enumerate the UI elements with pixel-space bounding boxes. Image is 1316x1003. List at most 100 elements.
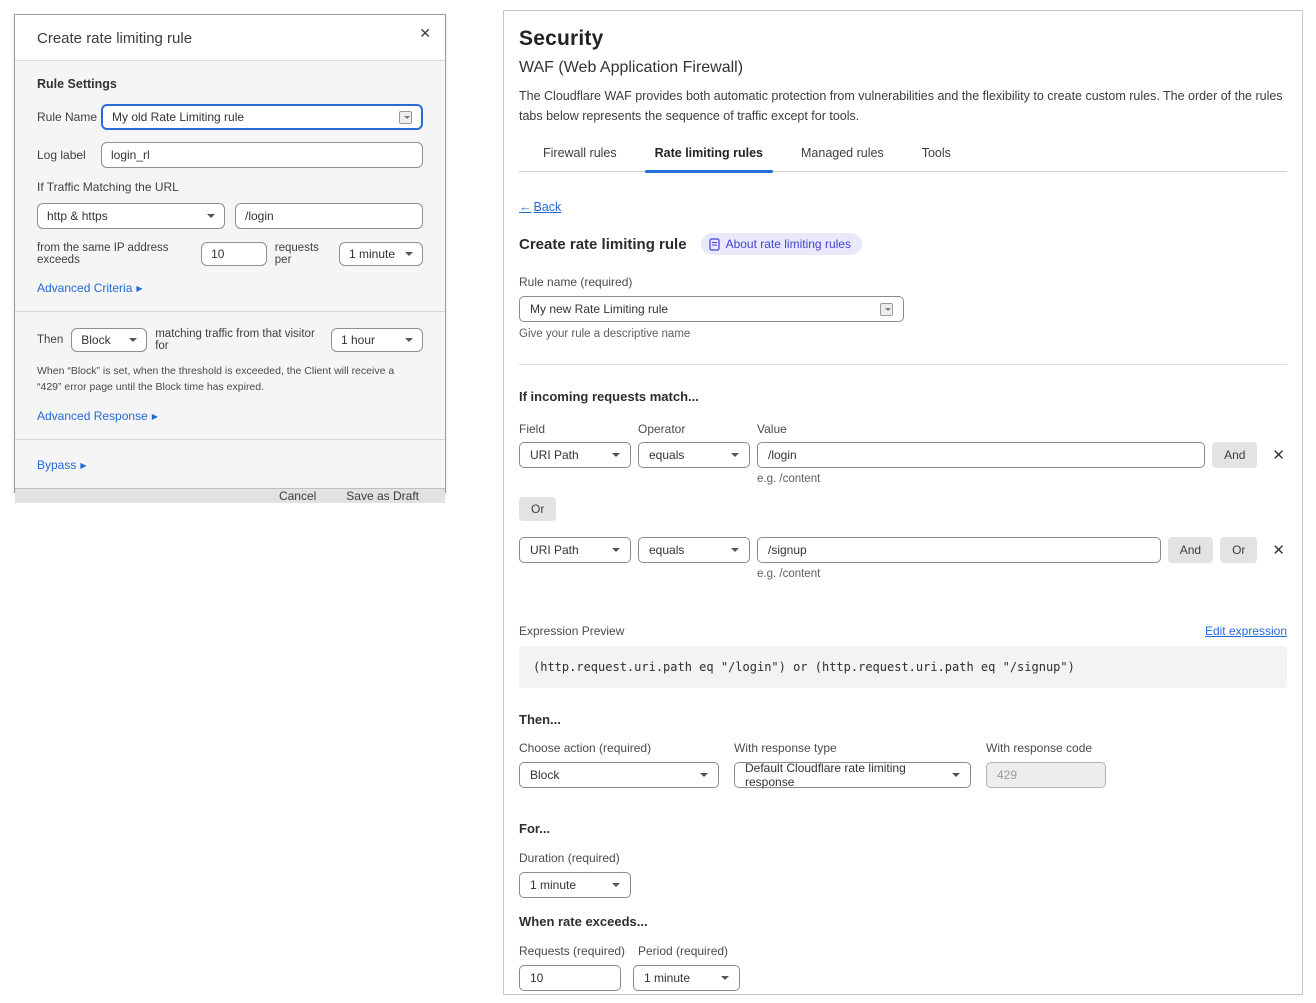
action-select[interactable]: Block <box>519 762 719 788</box>
rate-period-select[interactable]: 1 minute <box>633 965 740 991</box>
rule-name-input[interactable]: My new Rate Limiting rule <box>519 296 904 322</box>
about-label: About rate limiting rules <box>726 237 851 251</box>
period-select[interactable]: 1 minute <box>339 242 423 266</box>
bypass-section: Bypass ▶ <box>15 439 445 488</box>
advanced-response-label: Advanced Response <box>37 409 148 423</box>
response-type-select[interactable]: Default Cloudflare rate limiting respons… <box>734 762 971 788</box>
condition-row: URI Path equals /login And ✕ <box>519 442 1287 468</box>
caret-right-icon: ▶ <box>152 412 158 421</box>
block-note: When “Block” is set, when the threshold … <box>37 363 417 396</box>
value-text: /signup <box>768 543 807 557</box>
url-input[interactable]: /login <box>235 203 423 229</box>
cancel-button[interactable]: Cancel <box>279 489 316 503</box>
rate-labels: Requests (required) Period (required) <box>519 944 1287 958</box>
rule-name-row: Rule Name My old Rate Limiting rule <box>37 104 423 130</box>
back-link[interactable]: ← Back <box>519 200 561 214</box>
threshold-row: from the same IP address exceeds 10 requ… <box>37 242 423 266</box>
field-select[interactable]: URI Path <box>519 537 631 563</box>
requests-input[interactable]: 10 <box>519 965 621 991</box>
response-type-value: Default Cloudflare rate limiting respons… <box>745 761 944 789</box>
tab-managed-rules[interactable]: Managed rules <box>799 146 886 171</box>
dialog-footer: Cancel Save as Draft <box>15 488 445 503</box>
rate-heading: When rate exceeds... <box>519 914 1287 929</box>
caret-right-icon: ▶ <box>80 461 86 470</box>
tab-tools[interactable]: Tools <box>920 146 953 171</box>
requests-label: Requests (required) <box>519 944 626 958</box>
caret-right-icon: ▶ <box>136 284 142 293</box>
rule-settings-heading: Rule Settings <box>37 77 423 91</box>
back-arrow-icon: ← <box>519 200 532 214</box>
condition-row: URI Path equals /signup And Or ✕ <box>519 537 1287 563</box>
then-label: Then <box>37 334 63 346</box>
then-row: Then Block matching traffic from that vi… <box>37 328 423 352</box>
section-divider <box>519 364 1287 365</box>
rule-name-label: Rule name (required) <box>519 275 1287 289</box>
action-col: Choose action (required) Block <box>519 741 719 788</box>
value-hint: e.g. /content <box>757 473 1287 485</box>
field-select[interactable]: URI Path <box>519 442 631 468</box>
dropdown-caret-icon <box>405 338 413 346</box>
rule-settings-section: Rule Settings Rule Name My old Rate Limi… <box>15 61 445 311</box>
url-match-row: http & https /login <box>37 203 423 229</box>
rate-period-label: Period (required) <box>638 944 728 958</box>
operator-select[interactable]: equals <box>638 537 750 563</box>
create-rule-heading-row: Create rate limiting rule About rate lim… <box>519 233 1287 255</box>
close-icon[interactable]: ✕ <box>419 25 431 42</box>
value-hint: e.g. /content <box>757 568 1287 580</box>
dropdown-caret-icon <box>952 773 960 781</box>
threshold-input[interactable]: 10 <box>201 242 267 266</box>
security-waf-panel: Security WAF (Web Application Firewall) … <box>503 10 1303 995</box>
value-input[interactable]: /login <box>757 442 1205 468</box>
choose-action-label: Choose action (required) <box>519 741 719 755</box>
operator-select[interactable]: equals <box>638 442 750 468</box>
scheme-select[interactable]: http & https <box>37 203 225 229</box>
log-label-input[interactable]: login_rl <box>101 142 423 168</box>
expression-preview-row: Expression Preview Edit expression <box>519 624 1287 638</box>
scheme-value: http & https <box>47 209 108 223</box>
remove-condition-icon[interactable]: ✕ <box>1270 446 1287 464</box>
dropdown-caret-icon <box>405 252 413 260</box>
about-rate-limiting-link[interactable]: About rate limiting rules <box>701 233 862 255</box>
dropdown-caret-icon <box>612 883 620 891</box>
operator-column-label: Operator <box>638 422 757 436</box>
condition-column-labels: Field Operator Value <box>519 422 1287 436</box>
operator-value: equals <box>649 543 684 557</box>
dialog-header: Create rate limiting rule ✕ <box>15 15 445 61</box>
bypass-label: Bypass <box>37 458 76 472</box>
block-duration-select[interactable]: 1 hour <box>331 328 423 352</box>
duration-label: Duration (required) <box>519 851 1287 865</box>
response-code-col: With response code 429 <box>986 741 1106 788</box>
dropdown-caret-icon <box>612 453 620 461</box>
log-label-value: login_rl <box>111 148 150 162</box>
doc-icon <box>709 238 720 251</box>
duration-select[interactable]: 1 minute <box>519 872 631 898</box>
rule-name-input[interactable]: My old Rate Limiting rule <box>101 104 423 130</box>
rule-name-value: My old Rate Limiting rule <box>112 110 244 124</box>
edit-expression-link[interactable]: Edit expression <box>1205 624 1287 638</box>
and-button[interactable]: And <box>1168 537 1213 563</box>
tab-firewall-rules[interactable]: Firewall rules <box>541 146 619 171</box>
tab-rate-limiting-rules[interactable]: Rate limiting rules <box>653 146 765 171</box>
or-connector-button[interactable]: Or <box>519 497 556 521</box>
response-code-input: 429 <box>986 762 1106 788</box>
value-input[interactable]: /signup <box>757 537 1161 563</box>
response-type-col: With response type Default Cloudflare ra… <box>734 741 971 788</box>
advanced-criteria-label: Advanced Criteria <box>37 281 132 295</box>
advanced-criteria-link[interactable]: Advanced Criteria ▶ <box>37 281 143 295</box>
or-button[interactable]: Or <box>1220 537 1257 563</box>
remove-condition-icon[interactable]: ✕ <box>1270 541 1287 559</box>
back-label: Back <box>534 200 562 214</box>
page: Create rate limiting rule ✕ Rule Setting… <box>0 0 1316 1003</box>
dropdown-caret-icon <box>129 338 137 346</box>
bypass-link[interactable]: Bypass ▶ <box>37 458 87 472</box>
response-type-label: With response type <box>734 741 971 755</box>
waf-subtitle: WAF (Web Application Firewall) <box>519 59 1287 77</box>
and-button[interactable]: And <box>1212 442 1257 468</box>
match-heading: If incoming requests match... <box>519 389 1287 404</box>
save-as-draft-button[interactable]: Save as Draft <box>346 489 419 503</box>
traffic-matching-heading: If Traffic Matching the URL <box>37 180 423 194</box>
block-duration-value: 1 hour <box>341 333 375 347</box>
action-select[interactable]: Block <box>71 328 147 352</box>
advanced-response-link[interactable]: Advanced Response ▶ <box>37 409 158 423</box>
create-rule-heading: Create rate limiting rule <box>519 236 687 253</box>
